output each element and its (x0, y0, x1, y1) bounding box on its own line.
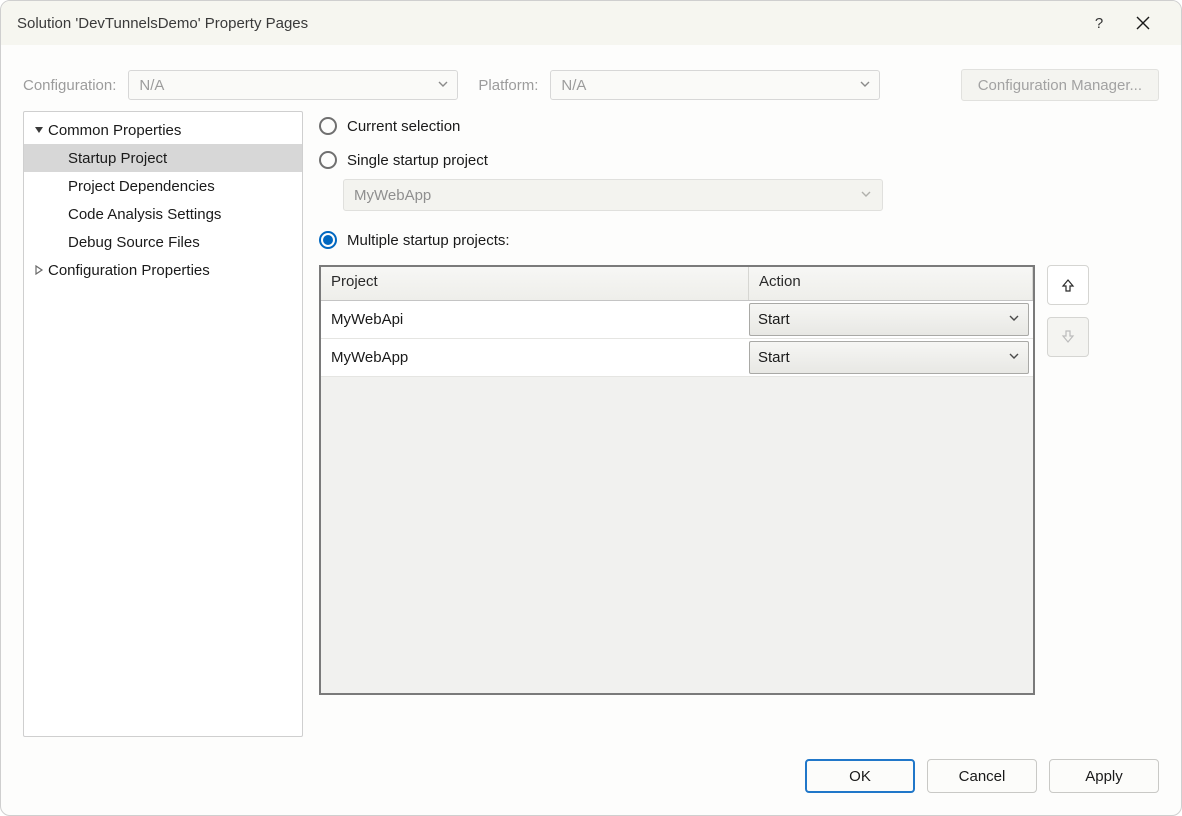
chevron-down-icon (437, 77, 449, 94)
configuration-value: N/A (139, 77, 164, 94)
single-startup-value: MyWebApp (354, 187, 431, 204)
ok-button[interactable]: OK (805, 759, 915, 793)
move-up-button[interactable] (1047, 265, 1089, 305)
configuration-label: Configuration: (23, 77, 116, 94)
tree-node-code-analysis-settings[interactable]: Code Analysis Settings (24, 200, 302, 228)
chevron-down-icon (859, 77, 871, 94)
grid-row[interactable]: MyWebApp Start (321, 339, 1033, 377)
radio-label: Multiple startup projects: (347, 232, 510, 249)
tree-node-project-dependencies[interactable]: Project Dependencies (24, 172, 302, 200)
action-value: Start (758, 311, 790, 328)
tree-node-label: Code Analysis Settings (68, 206, 221, 223)
arrow-up-icon (1061, 278, 1075, 292)
tree-node-startup-project[interactable]: Startup Project (24, 144, 302, 172)
cell-project: MyWebApi (321, 301, 749, 338)
configuration-manager-button[interactable]: Configuration Manager... (961, 69, 1159, 101)
configuration-row: Configuration: N/A Platform: N/A Configu… (1, 45, 1181, 111)
tree-node-debug-source-files[interactable]: Debug Source Files (24, 228, 302, 256)
window-title: Solution 'DevTunnelsDemo' Property Pages (17, 15, 1077, 32)
radio-single-startup[interactable]: Single startup project (319, 151, 1159, 169)
multiple-startup-area: Project Action MyWebApi Start MyWebApp (319, 265, 1159, 695)
platform-value: N/A (561, 77, 586, 94)
radio-multiple-startup[interactable]: Multiple startup projects: (319, 231, 1159, 249)
close-icon (1136, 16, 1150, 30)
dialog-footer: OK Cancel Apply (1, 743, 1181, 815)
close-button[interactable] (1121, 1, 1165, 45)
nav-tree[interactable]: Common Properties Startup Project Projec… (23, 111, 303, 737)
help-button[interactable]: ? (1077, 1, 1121, 45)
chevron-down-icon (1008, 349, 1020, 366)
platform-label: Platform: (478, 77, 538, 94)
tree-node-label: Common Properties (48, 122, 181, 139)
platform-dropdown[interactable]: N/A (550, 70, 880, 100)
tree-node-label: Debug Source Files (68, 234, 200, 251)
startup-project-pane: Current selection Single startup project… (319, 111, 1159, 743)
tree-node-common-properties[interactable]: Common Properties (24, 116, 302, 144)
arrow-down-icon (1061, 330, 1075, 344)
chevron-down-icon (860, 187, 872, 204)
column-header-action[interactable]: Action (749, 267, 1033, 300)
titlebar: Solution 'DevTunnelsDemo' Property Pages… (1, 1, 1181, 45)
radio-label: Single startup project (347, 152, 488, 169)
body-area: Common Properties Startup Project Projec… (1, 111, 1181, 743)
radio-current-selection[interactable]: Current selection (319, 117, 1159, 135)
cancel-button[interactable]: Cancel (927, 759, 1037, 793)
tree-node-label: Configuration Properties (48, 262, 210, 279)
grid-header: Project Action (321, 267, 1033, 301)
move-down-button[interactable] (1047, 317, 1089, 357)
expand-collapse-icon[interactable] (30, 262, 48, 279)
startup-projects-grid[interactable]: Project Action MyWebApi Start MyWebApp (319, 265, 1035, 695)
column-header-project[interactable]: Project (321, 267, 749, 300)
tree-node-configuration-properties[interactable]: Configuration Properties (24, 256, 302, 284)
apply-button[interactable]: Apply (1049, 759, 1159, 793)
configuration-dropdown[interactable]: N/A (128, 70, 458, 100)
action-value: Start (758, 349, 790, 366)
radio-icon (319, 231, 337, 249)
chevron-down-icon (1008, 311, 1020, 328)
grid-row[interactable]: MyWebApi Start (321, 301, 1033, 339)
expand-collapse-icon[interactable] (30, 122, 48, 139)
move-buttons (1047, 265, 1089, 695)
action-dropdown[interactable]: Start (749, 341, 1029, 374)
tree-node-label: Startup Project (68, 150, 167, 167)
cell-project: MyWebApp (321, 339, 749, 376)
property-pages-dialog: Solution 'DevTunnelsDemo' Property Pages… (0, 0, 1182, 816)
action-dropdown[interactable]: Start (749, 303, 1029, 336)
radio-label: Current selection (347, 118, 460, 135)
radio-icon (319, 117, 337, 135)
tree-node-label: Project Dependencies (68, 178, 215, 195)
single-startup-dropdown[interactable]: MyWebApp (343, 179, 883, 211)
radio-icon (319, 151, 337, 169)
